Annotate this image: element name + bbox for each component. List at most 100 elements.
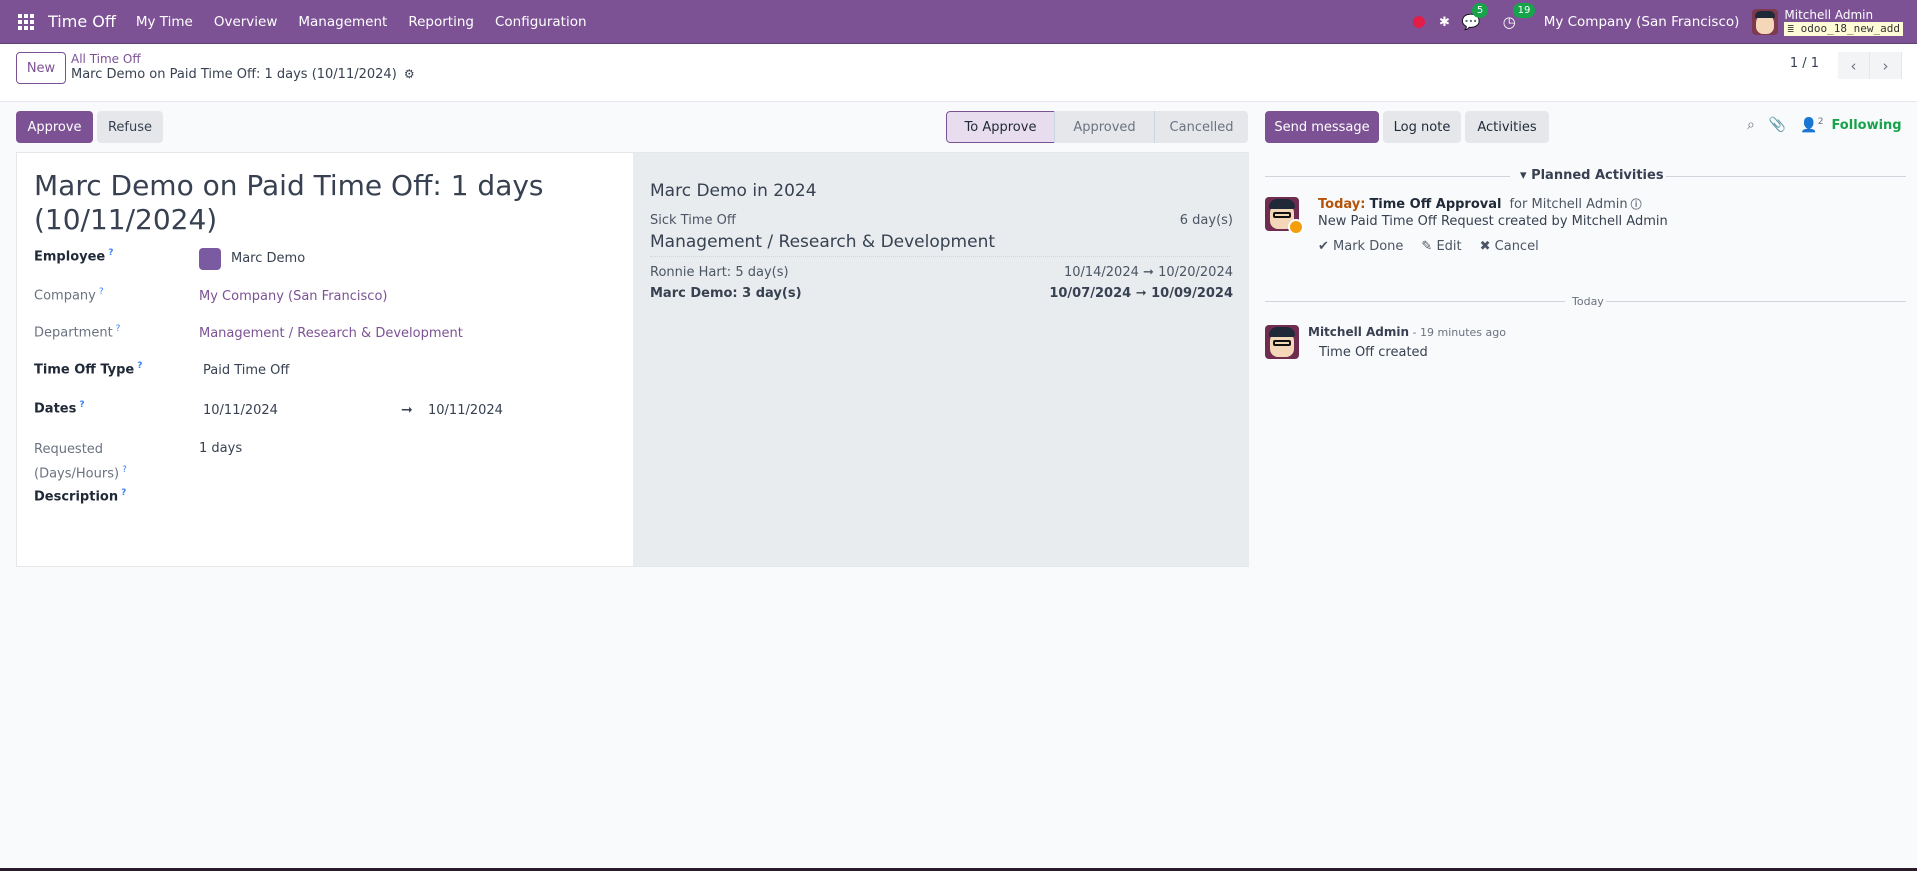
breadcrumb-current-label: Marc Demo on Paid Time Off: 1 days (10/1… [71, 67, 397, 82]
message-author[interactable]: Mitchell Admin [1308, 325, 1409, 339]
info-icon[interactable]: ⓘ [1631, 198, 1642, 211]
stage-approved[interactable]: Approved [1054, 111, 1154, 143]
top-navbar: Time Off My Time Overview Management Rep… [0, 0, 1917, 44]
leave-entry-to: 10/09/2024 [1151, 286, 1233, 301]
user-name: Mitchell Admin [1784, 8, 1874, 22]
database-name: ≣ odoo_18_new_add [1784, 22, 1903, 36]
followers-button[interactable]: 👤2 [1800, 117, 1823, 134]
user-avatar[interactable] [1752, 9, 1779, 35]
menu-overview[interactable]: Overview [214, 14, 278, 30]
refuse-button[interactable]: Refuse [97, 111, 163, 143]
menu-reporting[interactable]: Reporting [408, 14, 474, 30]
help-icon[interactable]: ? [116, 324, 121, 334]
app-title[interactable]: Time Off [48, 12, 116, 31]
form-sheet: Marc Demo on Paid Time Off: 1 days (10/1… [16, 152, 1249, 567]
company-field[interactable]: My Company (San Francisco) [199, 289, 387, 304]
message-body: Time Off created [1319, 345, 1428, 360]
summary-title: Marc Demo in 2024 [650, 181, 817, 201]
requested-label-line1: Requested [34, 442, 104, 457]
following-button[interactable]: Following [1831, 118, 1901, 133]
requested-label-line2: (Days/Hours) [34, 466, 120, 482]
activity-due: Today: [1318, 197, 1366, 212]
activities-button[interactable]: ◷ 19 [1503, 3, 1536, 31]
record-title: Marc Demo on Paid Time Off: 1 days (10/1… [34, 169, 594, 237]
record-title-line2: (10/11/2024) [34, 203, 218, 236]
send-message-button[interactable]: Send message [1265, 111, 1379, 143]
activity-summary: Today: Time Off Approval for Mitchell Admi… [1318, 196, 1642, 212]
breadcrumb-all-time-off[interactable]: All Time Off [71, 52, 141, 66]
leave-entry-name: Marc Demo: 3 day(s) [650, 286, 802, 301]
activity-type-icon [1288, 219, 1304, 235]
menu-my-time[interactable]: My Time [136, 14, 193, 30]
user-menu[interactable]: Mitchell Admin ≣ odoo_18_new_add [1784, 8, 1903, 36]
time-off-type-field[interactable]: Paid Time Off [203, 363, 289, 378]
department-field[interactable]: Management / Research & Development [199, 326, 463, 341]
help-icon[interactable]: ? [99, 287, 104, 297]
planned-activities-toggle[interactable]: ▾ Planned Activities [1520, 168, 1664, 183]
divider [1606, 301, 1906, 302]
gear-icon[interactable]: ⚙ [404, 67, 415, 81]
log-note-button[interactable]: Log note [1383, 111, 1461, 143]
dates-label-text: Dates [34, 401, 77, 417]
stage-to-approve[interactable]: To Approve [946, 111, 1054, 143]
employee-avatar [199, 248, 221, 270]
pager-value[interactable]: 1 / 1 [1790, 56, 1819, 71]
description-label-text: Description [34, 489, 119, 505]
stage-cancelled[interactable]: Cancelled [1154, 111, 1248, 143]
record-title-line1: Marc Demo on Paid Time Off: 1 days [34, 169, 544, 202]
bug-icon[interactable]: ✱ [1439, 15, 1450, 30]
requested-label: Requested (Days/Hours)? [34, 439, 127, 484]
allocation-type: Sick Time Off [650, 213, 736, 228]
department-label: Department? [34, 324, 120, 340]
message-author-avatar[interactable] [1265, 325, 1299, 359]
pager-previous-button[interactable]: ‹ [1838, 52, 1870, 79]
form-main: Marc Demo on Paid Time Off: 1 days (10/1… [17, 153, 633, 566]
company-label: Company? [34, 287, 104, 303]
divider [1666, 176, 1906, 177]
menu-configuration[interactable]: Configuration [495, 14, 587, 30]
menu-management[interactable]: Management [298, 14, 387, 30]
paperclip-icon[interactable]: 📎 [1769, 117, 1786, 133]
control-panel: New All Time Off Marc Demo on Paid Time … [0, 44, 1917, 102]
new-button[interactable]: New [16, 52, 66, 84]
search-icon[interactable]: ⌕ [1747, 117, 1755, 133]
company-switcher[interactable]: My Company (San Francisco) [1544, 14, 1740, 30]
date-from-field[interactable]: 10/11/2024 [203, 403, 278, 418]
employee-field[interactable]: Marc Demo [231, 251, 305, 266]
time-off-summary-panel: Marc Demo in 2024 Sick Time Off 6 day(s)… [633, 153, 1249, 566]
cancel-activity-button[interactable]: ✖ Cancel [1480, 239, 1539, 254]
activity-description: New Paid Time Off Request created by Mit… [1318, 214, 1668, 229]
time-off-type-label-text: Time Off Type [34, 362, 135, 378]
user-icon: 👤 [1800, 117, 1818, 134]
message-header: Mitchell Admin - 19 minutes ago [1308, 325, 1506, 339]
time-off-type-label: Time Off Type? [34, 361, 142, 377]
record-dot-icon[interactable] [1413, 16, 1425, 28]
chevron-right-icon: › [1882, 56, 1889, 75]
requested-days-field[interactable]: 1 days [199, 441, 242, 456]
help-icon[interactable]: ? [137, 361, 142, 371]
date-separator: Today [1572, 295, 1604, 308]
activities-badge: 19 [1512, 3, 1536, 18]
approve-button[interactable]: Approve [16, 111, 93, 143]
employee-label: Employee? [34, 248, 113, 264]
help-icon[interactable]: ? [122, 465, 127, 475]
apps-grid-icon[interactable] [18, 13, 34, 30]
activity-name: Time Off Approval [1369, 197, 1502, 212]
pager-next-button[interactable]: › [1870, 52, 1902, 79]
company-label-text: Company [34, 288, 96, 304]
edit-activity-button[interactable]: ✎ Edit [1421, 239, 1461, 254]
activities-button[interactable]: Activities [1465, 111, 1549, 143]
chatter-toolbar: ⌕ 📎 👤2 Following [1747, 117, 1902, 134]
arrow-right-icon: ➞ [1135, 286, 1147, 301]
pager-buttons: ‹ › [1838, 52, 1902, 79]
messages-badge: 5 [1471, 3, 1489, 18]
leave-entry-from: 10/07/2024 [1049, 286, 1132, 301]
mark-done-button[interactable]: ✔ Mark Done [1318, 239, 1403, 254]
help-icon[interactable]: ? [121, 488, 126, 498]
leave-entry-dates: 10/14/2024 ➞ 10/20/2024 [1064, 265, 1233, 280]
help-icon[interactable]: ? [79, 400, 84, 410]
messages-button[interactable]: 💬 5 [1462, 3, 1489, 31]
date-to-field[interactable]: 10/11/2024 [428, 403, 503, 418]
leave-entry-to: 10/20/2024 [1158, 265, 1233, 280]
help-icon[interactable]: ? [108, 248, 113, 258]
